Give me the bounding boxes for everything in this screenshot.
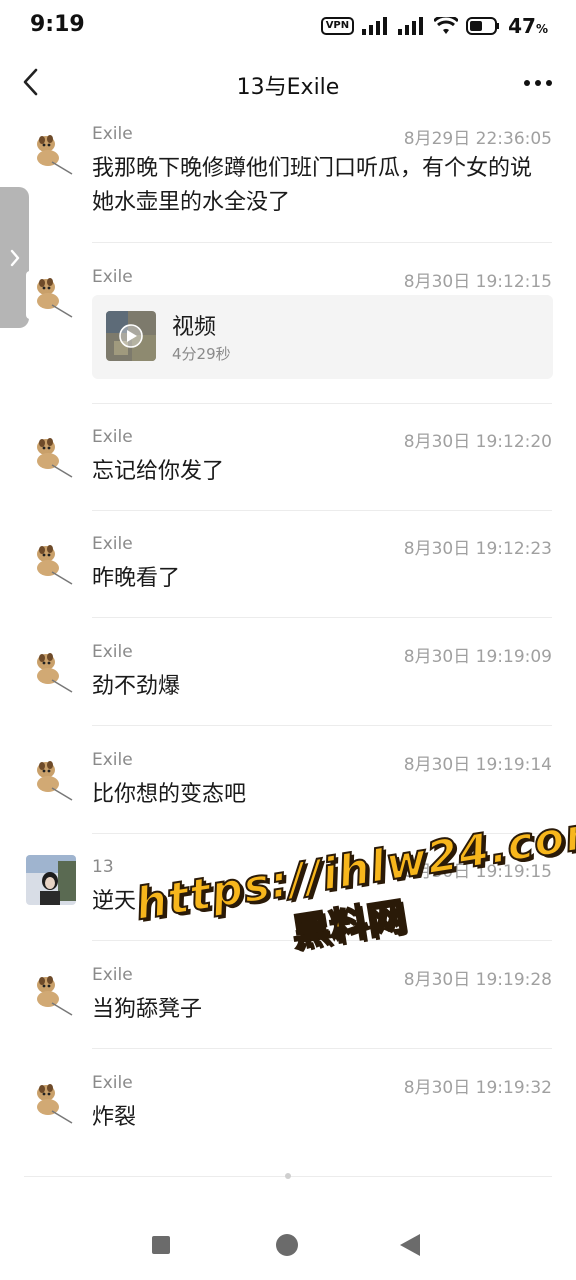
message-time: 8月30日 19:19:14 <box>403 755 552 775</box>
dog-avatar-icon <box>26 646 74 694</box>
message-item[interactable]: Exile 8月30日 19:12:15 视频 4分29秒 <box>0 267 576 404</box>
sender-name: Exile <box>92 267 133 287</box>
signal-icon-2 <box>398 17 424 35</box>
home-icon[interactable] <box>276 1234 298 1256</box>
message-time: 8月30日 19:19:28 <box>403 970 552 990</box>
system-nav-bar <box>0 1220 576 1270</box>
message-item[interactable]: Exile 8月30日 19:19:09 劲不劲爆 <box>0 642 576 726</box>
divider <box>92 833 552 834</box>
dog-avatar-icon <box>26 1077 74 1125</box>
avatar[interactable] <box>26 538 74 586</box>
sender-name: Exile <box>92 427 133 447</box>
dog-avatar-icon <box>26 754 74 802</box>
avatar[interactable] <box>26 271 74 319</box>
message-time: 8月29日 22:36:05 <box>403 129 552 149</box>
message-item[interactable]: Exile 8月29日 22:36:05 我那晚下晚修蹲他们班门口听瓜，有个女的… <box>0 124 576 243</box>
sender-name: Exile <box>92 642 133 662</box>
chevron-right-icon <box>10 249 19 266</box>
sender-name: 13 <box>92 857 114 877</box>
dog-avatar-icon <box>26 969 74 1017</box>
message-item[interactable]: Exile 8月30日 19:12:23 昨晚看了 <box>0 534 576 618</box>
message-time: 8月30日 19:19:32 <box>403 1078 552 1098</box>
more-button[interactable] <box>524 80 552 86</box>
avatar[interactable] <box>26 969 74 1017</box>
recents-icon[interactable] <box>152 1236 170 1254</box>
dog-avatar-icon <box>26 538 74 586</box>
divider <box>92 940 552 941</box>
message-text: 炸裂 <box>92 1105 137 1130</box>
avatar[interactable] <box>26 754 74 802</box>
message-time: 8月30日 19:19:09 <box>403 647 552 667</box>
avatar[interactable] <box>26 855 76 905</box>
avatar[interactable] <box>26 128 74 176</box>
message-time: 8月30日 19:12:15 <box>403 272 552 292</box>
signal-icon <box>362 17 388 35</box>
divider <box>92 510 552 511</box>
divider <box>92 617 552 618</box>
video-thumbnail[interactable] <box>106 311 156 361</box>
user-photo-avatar-icon <box>26 855 76 905</box>
message-time: 8月30日 19:12:20 <box>403 432 552 452</box>
message-item[interactable]: Exile 8月30日 19:19:32 炸裂 <box>0 1073 576 1157</box>
avatar[interactable] <box>26 431 74 479</box>
message-time: 8月30日 19:12:23 <box>403 539 552 559</box>
message-item[interactable]: 13 8月30日 19:19:15 逆天 <box>0 855 576 941</box>
system-back-icon[interactable] <box>400 1234 420 1256</box>
status-time: 9:19 <box>30 12 85 37</box>
message-text: 比你想的变态吧 <box>92 782 247 807</box>
more-dots-icon <box>524 80 530 86</box>
message-text: 当狗舔凳子 <box>92 997 203 1022</box>
message-time: 8月30日 19:19:15 <box>403 862 552 882</box>
vpn-icon: VPN <box>320 17 355 35</box>
message-item[interactable]: Exile 8月30日 19:12:20 忘记给你发了 <box>0 427 576 511</box>
avatar[interactable] <box>26 1077 74 1125</box>
message-text: 昨晚看了 <box>92 566 181 591</box>
dog-avatar-icon <box>26 431 74 479</box>
play-icon <box>106 311 156 361</box>
message-text: 我那晚下晚修蹲他们班门口听瓜，有个女的说她水壶里的水全没了 <box>92 156 533 215</box>
divider <box>92 725 552 726</box>
message-text: 劲不劲爆 <box>92 674 181 699</box>
dog-avatar-icon <box>26 128 74 176</box>
chat-title: 13与Exile <box>236 75 340 100</box>
status-icons: VPN 47% <box>320 14 548 38</box>
divider <box>92 403 552 404</box>
sender-name: Exile <box>92 534 133 554</box>
divider <box>92 242 552 243</box>
chat-header: 13与Exile <box>0 52 576 114</box>
status-bar: 9:19 VPN 47% <box>0 0 576 52</box>
avatar[interactable] <box>26 646 74 694</box>
sender-name: Exile <box>92 124 133 144</box>
sender-name: Exile <box>92 965 133 985</box>
message-item[interactable]: Exile 8月30日 19:19:14 比你想的变态吧 <box>0 750 576 834</box>
sender-name: Exile <box>92 1073 133 1093</box>
message-text: 逆天 <box>92 889 137 914</box>
video-title: 视频 <box>172 315 217 340</box>
video-duration: 4分29秒 <box>172 345 231 363</box>
divider <box>92 1048 552 1049</box>
page-indicator-dot <box>285 1173 291 1179</box>
sender-name: Exile <box>92 750 133 770</box>
wifi-icon <box>434 17 459 34</box>
dog-avatar-icon <box>26 271 74 319</box>
message-item[interactable]: Exile 8月30日 19:19:28 当狗舔凳子 <box>0 965 576 1049</box>
battery-icon <box>466 17 500 35</box>
battery-percent: 47% <box>508 14 548 38</box>
message-text: 忘记给你发了 <box>92 459 225 484</box>
video-card[interactable]: 视频 4分29秒 <box>92 295 553 379</box>
